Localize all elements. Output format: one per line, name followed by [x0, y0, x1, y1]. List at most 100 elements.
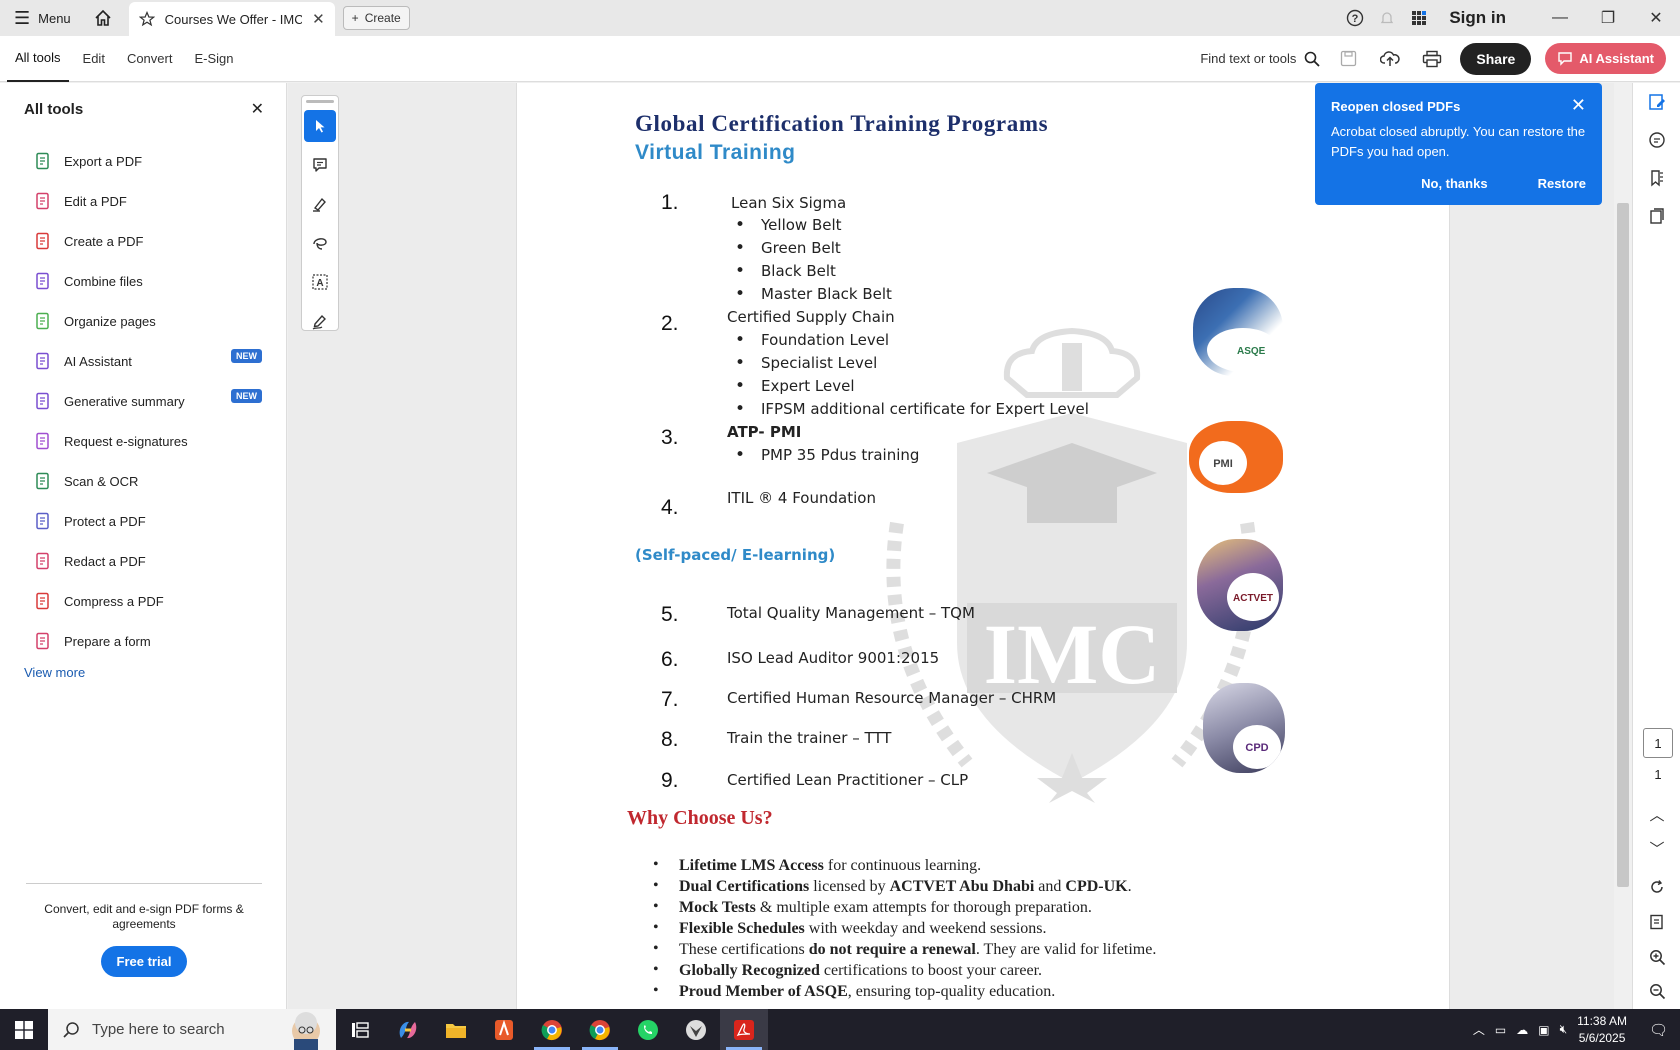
- chrome-profile-icon[interactable]: [576, 1009, 624, 1050]
- share-button[interactable]: Share: [1460, 42, 1532, 75]
- close-notification-icon[interactable]: ✕: [1571, 95, 1586, 116]
- windows-taskbar: Type here to search ︿ ▭ ☁ ▣ 🔇︎ 11:38 AM …: [0, 1009, 1680, 1050]
- program-item: ATP- PMI: [727, 423, 802, 441]
- tool-label: Edit a PDF: [64, 193, 127, 209]
- acrobat-icon[interactable]: [720, 1009, 768, 1050]
- zoom-out-icon[interactable]: [1633, 972, 1680, 1010]
- highlight-tool-button[interactable]: [304, 188, 336, 220]
- star-icon[interactable]: [138, 11, 155, 27]
- tool-item[interactable]: Edit a PDF: [0, 181, 286, 221]
- show-hidden-icons-icon[interactable]: ︿: [1473, 1021, 1485, 1038]
- new-badge: NEW: [231, 349, 262, 363]
- tool-item[interactable]: Scan & OCR: [0, 461, 286, 501]
- why-bold-text: Dual Certifications: [679, 878, 810, 895]
- tool-item[interactable]: Prepare a form: [0, 621, 286, 661]
- current-page-input[interactable]: 1: [1643, 728, 1673, 758]
- print-icon[interactable]: [1418, 45, 1446, 73]
- tool-item[interactable]: Organize pages: [0, 301, 286, 341]
- tool-item[interactable]: Compress a PDF: [0, 581, 286, 621]
- scrollbar-thumb[interactable]: [1617, 203, 1629, 887]
- clock-date: 5/6/2025: [1578, 1030, 1626, 1045]
- menu-button[interactable]: ☰ Menu: [0, 0, 85, 36]
- draw-tool-button[interactable]: [304, 227, 336, 259]
- ai-assistant-button[interactable]: AI Assistant: [1545, 43, 1666, 74]
- chrome-icon[interactable]: [528, 1009, 576, 1050]
- start-button[interactable]: [0, 1009, 48, 1050]
- onedrive-icon[interactable]: ☁: [1516, 1023, 1528, 1037]
- upload-cloud-icon[interactable]: [1376, 45, 1404, 73]
- combine-files-icon: [34, 272, 52, 290]
- save-icon[interactable]: [1334, 45, 1362, 73]
- close-window-icon[interactable]: ✕: [1632, 8, 1680, 28]
- program-item: Lean Six Sigma: [731, 194, 847, 212]
- tab-e-sign[interactable]: E-Sign: [186, 36, 241, 82]
- minimize-icon[interactable]: —: [1536, 9, 1584, 27]
- bookmarks-rail-icon[interactable]: [1633, 159, 1680, 197]
- tool-item[interactable]: Export a PDF: [0, 141, 286, 181]
- restore-window-icon[interactable]: ❐: [1584, 8, 1632, 28]
- help-icon[interactable]: ?: [1339, 9, 1371, 27]
- drag-handle[interactable]: [306, 100, 334, 103]
- task-view-icon[interactable]: [336, 1009, 384, 1050]
- copilot-icon[interactable]: [384, 1009, 432, 1050]
- tool-item[interactable]: Request e-signatures: [0, 421, 286, 461]
- refresh-icon[interactable]: [1633, 868, 1680, 906]
- free-trial-button[interactable]: Free trial: [100, 946, 188, 977]
- volume-muted-icon[interactable]: 🔇︎: [1560, 1022, 1568, 1037]
- program-item: Certified Lean Practitioner – CLP: [727, 771, 969, 789]
- notification-center-icon[interactable]: 🗨︎: [1649, 1021, 1668, 1039]
- find-text-or-tools[interactable]: Find text or tools: [1200, 51, 1321, 67]
- app-icon[interactable]: [480, 1009, 528, 1050]
- taskbar-search-box[interactable]: Type here to search: [48, 1009, 336, 1050]
- file-explorer-icon[interactable]: [432, 1009, 480, 1050]
- why-text: for continuous learning.: [823, 857, 982, 874]
- create-pdf-icon: [34, 232, 52, 250]
- view-more-link[interactable]: View more: [0, 665, 286, 680]
- tool-label: Compress a PDF: [64, 593, 164, 609]
- home-button[interactable]: [85, 0, 121, 36]
- tool-item[interactable]: Protect a PDF: [0, 501, 286, 541]
- close-tab-icon[interactable]: ✕: [312, 10, 325, 28]
- system-clock[interactable]: 11:38 AM 5/6/2025: [1577, 1013, 1627, 1047]
- list-number: 4.: [661, 496, 679, 519]
- bell-icon[interactable]: [1371, 10, 1403, 26]
- comment-tool-button[interactable]: [304, 149, 336, 181]
- network-icon[interactable]: ▣: [1538, 1023, 1549, 1037]
- document-tab[interactable]: Courses We Offer - IMC -... ✕: [128, 2, 335, 36]
- sign-in-button[interactable]: Sign in: [1435, 8, 1536, 28]
- tool-item[interactable]: Redact a PDF: [0, 541, 286, 581]
- close-panel-icon[interactable]: ✕: [251, 99, 264, 119]
- page-up-icon[interactable]: ︿: [1633, 795, 1680, 833]
- tool-item[interactable]: Combine files: [0, 261, 286, 301]
- pmi-logo-text: PMI: [1213, 458, 1233, 470]
- no-thanks-button[interactable]: No, thanks: [1421, 176, 1487, 191]
- select-tool-button[interactable]: [304, 110, 336, 142]
- vertical-scrollbar[interactable]: [1614, 83, 1632, 1009]
- list-number: 5.: [661, 603, 679, 626]
- text-tool-button[interactable]: A: [304, 266, 336, 298]
- comments-rail-icon[interactable]: [1633, 121, 1680, 159]
- tab-all-tools[interactable]: All tools: [7, 36, 69, 82]
- tool-item[interactable]: Generative summary NEW: [0, 381, 286, 421]
- tool-item[interactable]: Create a PDF: [0, 221, 286, 261]
- sign-tool-button[interactable]: [304, 305, 336, 337]
- tab-edit[interactable]: Edit: [75, 36, 113, 82]
- pages-rail-icon[interactable]: [1633, 197, 1680, 235]
- create-button[interactable]: + Create: [342, 6, 410, 30]
- tab-convert[interactable]: Convert: [119, 36, 181, 82]
- list-number: 6.: [661, 648, 679, 671]
- page-fit-icon[interactable]: [1633, 903, 1680, 941]
- meet-now-icon[interactable]: ▭: [1495, 1023, 1506, 1037]
- edit-pdf-rail-icon[interactable]: [1633, 83, 1680, 121]
- tool-item[interactable]: AI Assistant NEW: [0, 341, 286, 381]
- svg-text:?: ?: [1352, 13, 1359, 25]
- page-down-icon[interactable]: ﹀: [1633, 829, 1680, 867]
- zoom-in-icon[interactable]: [1633, 938, 1680, 976]
- apps-grid-icon[interactable]: [1403, 10, 1435, 26]
- tool-label: Scan & OCR: [64, 473, 139, 489]
- actvet-logo-text: ACTVET: [1233, 593, 1273, 604]
- restore-button[interactable]: Restore: [1538, 176, 1586, 191]
- whatsapp-icon[interactable]: [624, 1009, 672, 1050]
- app-circle-icon[interactable]: [672, 1009, 720, 1050]
- pen-sign-icon: [312, 314, 326, 330]
